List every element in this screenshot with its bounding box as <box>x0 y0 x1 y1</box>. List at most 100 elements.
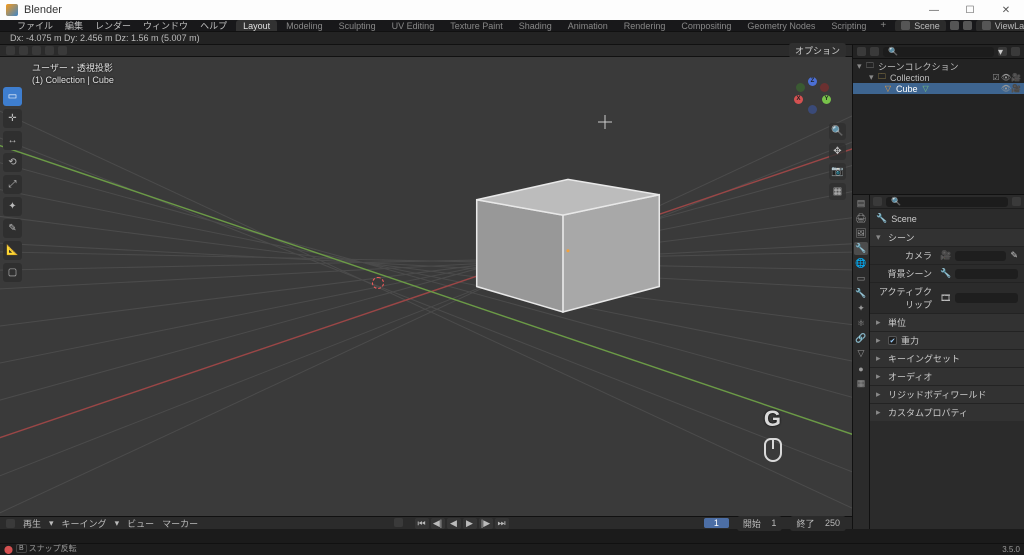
scene-browse-button[interactable] <box>950 21 959 30</box>
camera-input[interactable] <box>955 251 1006 261</box>
prop-active-clip[interactable]: アクティブクリップ🎞 <box>870 282 1024 313</box>
panel-custom-props[interactable]: ▸カスタムプロパティ <box>870 403 1024 421</box>
tab-rendering[interactable]: Rendering <box>617 20 673 32</box>
menu-edit[interactable]: 編集 <box>60 20 88 32</box>
tab-object[interactable]: ▭ <box>854 272 868 285</box>
hide-viewport[interactable]: 👁 <box>1002 85 1010 93</box>
tab-scene[interactable]: 🔧 <box>854 242 868 255</box>
prop-camera[interactable]: カメラ🎥✎ <box>870 246 1024 264</box>
tab-material[interactable]: ● <box>854 362 868 375</box>
tab-particles[interactable]: ✦ <box>854 302 868 315</box>
viewport-options-button[interactable]: オプション <box>789 43 846 58</box>
tool-transform[interactable]: ✦ <box>3 197 22 216</box>
timeline-menu-keying[interactable]: キーイング <box>62 517 107 530</box>
tool-measure[interactable]: 📐 <box>3 241 22 260</box>
outliner-editor-type[interactable] <box>857 47 866 56</box>
panel-scene[interactable]: ▾シーン <box>870 228 1024 246</box>
menu-window[interactable]: ウィンドウ <box>138 20 193 32</box>
outliner-filter-button[interactable]: ▾ <box>998 47 1007 56</box>
axis-neg-x-icon[interactable] <box>820 83 829 92</box>
tab-texture-paint[interactable]: Texture Paint <box>443 20 510 32</box>
tab-animation[interactable]: Animation <box>561 20 615 32</box>
axis-y-icon[interactable]: Y <box>822 95 831 104</box>
tab-geometry-nodes[interactable]: Geometry Nodes <box>740 20 822 32</box>
outliner-search-input[interactable]: 🔍 <box>883 47 994 57</box>
window-close-button[interactable]: ✕ <box>988 0 1024 20</box>
timeline-menu-view[interactable]: ビュー <box>127 517 154 530</box>
hide-viewport[interactable]: 👁 <box>1002 74 1010 82</box>
perspective-toggle[interactable]: ▦ <box>829 183 846 200</box>
play-reverse[interactable]: ◀ <box>447 518 461 529</box>
tab-modeling[interactable]: Modeling <box>279 20 330 32</box>
header-button[interactable] <box>58 46 67 55</box>
outliner-display-mode[interactable] <box>870 47 879 56</box>
pan-button[interactable]: ✥ <box>829 143 846 160</box>
eyedropper-icon[interactable]: ✎ <box>1010 250 1018 261</box>
keyframe-prev[interactable]: ◀︎| <box>431 518 445 529</box>
end-frame-field[interactable]: 終了 250 <box>790 516 846 531</box>
zoom-button[interactable]: 🔍 <box>829 123 846 140</box>
viewlayer-selector[interactable]: ViewLayer <box>976 20 1024 32</box>
menu-file[interactable]: ファイル <box>12 20 58 32</box>
menu-help[interactable]: ヘルプ <box>195 20 232 32</box>
start-frame-field[interactable]: 開始 1 <box>737 516 783 531</box>
panel-audio[interactable]: ▸オーディオ <box>870 367 1024 385</box>
disable-render[interactable]: 🎥 <box>1012 74 1020 82</box>
timeline-editor-type[interactable] <box>6 519 15 528</box>
axis-x-icon[interactable]: X <box>794 95 803 104</box>
tab-shading[interactable]: Shading <box>512 20 559 32</box>
panel-rigid-body[interactable]: ▸リジッドボディワールド <box>870 385 1024 403</box>
tool-annotate[interactable]: ✎ <box>3 219 22 238</box>
timeline-menu-marker[interactable]: マーカー <box>162 517 198 530</box>
tab-uv-editing[interactable]: UV Editing <box>385 20 442 32</box>
properties-editor-type[interactable] <box>873 197 882 206</box>
play[interactable]: ▶ <box>463 518 477 529</box>
properties-options[interactable] <box>1012 197 1021 206</box>
scene-new-button[interactable] <box>963 21 972 30</box>
bgscene-input[interactable] <box>955 269 1018 279</box>
nav-gizmo[interactable]: Z Y X <box>794 77 832 115</box>
jump-to-end[interactable]: ⏭ <box>495 518 509 529</box>
prop-bg-scene[interactable]: 背景シーン🔧 <box>870 264 1024 282</box>
scene-selector[interactable]: Scene <box>895 20 946 32</box>
tab-viewlayer[interactable]: 🖼 <box>854 227 868 240</box>
outliner-new-collection[interactable] <box>1011 47 1020 56</box>
outliner-item-collection[interactable]: ▾🗀 Collection ☑👁🎥 <box>853 72 1024 83</box>
tab-scripting[interactable]: Scripting <box>824 20 873 32</box>
tool-rotate[interactable]: ⟲ <box>3 153 22 172</box>
tab-compositing[interactable]: Compositing <box>674 20 738 32</box>
axis-z-icon[interactable]: Z <box>808 77 817 86</box>
tab-render[interactable]: ▤ <box>854 197 868 210</box>
tab-modifier[interactable]: 🔧 <box>854 287 868 300</box>
tab-constraints[interactable]: 🔗 <box>854 332 868 345</box>
tool-cursor[interactable]: ✛ <box>3 109 22 128</box>
current-frame-field[interactable]: 1 <box>704 518 729 528</box>
mode-selector[interactable] <box>19 46 28 55</box>
keyframe-next[interactable]: |▶︎ <box>479 518 493 529</box>
3d-viewport[interactable]: ユーザー・透視投影 (1) Collection | Cube ▭ ✛ ↔ ⟲ … <box>0 57 852 516</box>
menu-render[interactable]: レンダー <box>90 20 136 32</box>
exclude-toggle[interactable]: ☑ <box>992 74 1000 82</box>
properties-search[interactable]: 🔍 <box>886 197 1008 207</box>
panel-gravity[interactable]: ▸✔重力 <box>870 331 1024 349</box>
window-minimize-button[interactable]: — <box>916 0 952 20</box>
mesh-cube[interactable] <box>477 179 660 312</box>
axis-neg-z-icon[interactable] <box>808 105 817 114</box>
panel-keying-sets[interactable]: ▸キーイングセット <box>870 349 1024 367</box>
header-button[interactable] <box>32 46 41 55</box>
tab-physics[interactable]: ⚛ <box>854 317 868 330</box>
tab-output[interactable]: 🖨 <box>854 212 868 225</box>
tool-add-cube[interactable]: ▢ <box>3 263 22 282</box>
tab-layout[interactable]: Layout <box>236 20 277 32</box>
header-button[interactable] <box>45 46 54 55</box>
jump-to-start[interactable]: ⏮ <box>415 518 429 529</box>
clip-input[interactable] <box>955 293 1018 303</box>
tab-world[interactable]: 🌐 <box>854 257 868 270</box>
tab-texture[interactable]: ▦ <box>854 377 868 390</box>
editor-type-button[interactable] <box>6 46 15 55</box>
window-maximize-button[interactable]: ☐ <box>952 0 988 20</box>
axis-neg-y-icon[interactable] <box>796 83 805 92</box>
panel-units[interactable]: ▸単位 <box>870 313 1024 331</box>
disable-render[interactable]: 🎥 <box>1012 85 1020 93</box>
tool-scale[interactable]: ⤢ <box>3 175 22 194</box>
